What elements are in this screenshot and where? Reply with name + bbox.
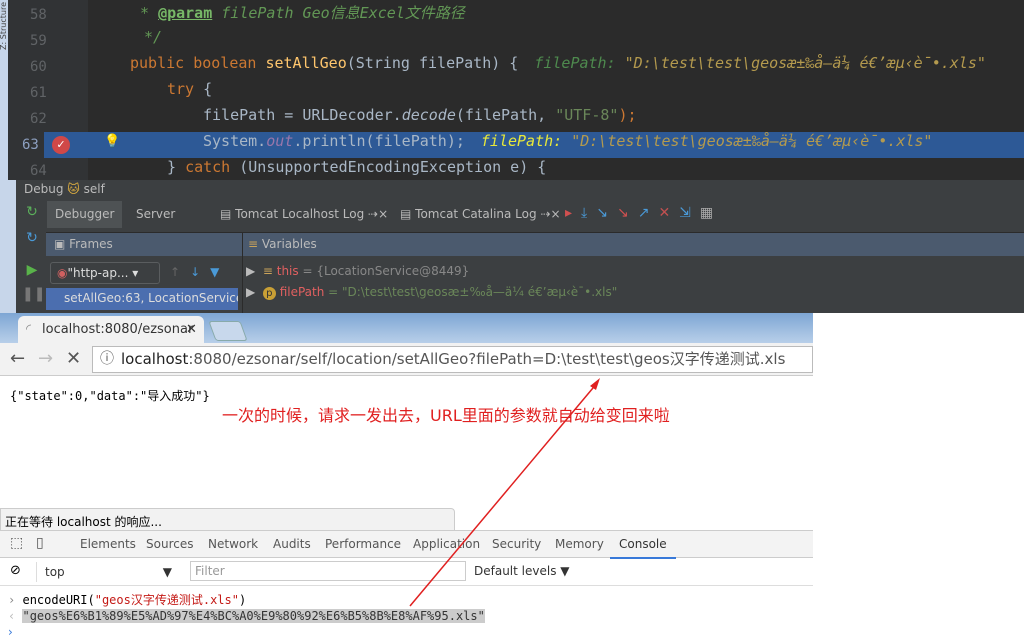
arrow-line: [409, 381, 599, 607]
arrow-head: [590, 378, 600, 390]
annotation-arrow: [409, 378, 600, 607]
